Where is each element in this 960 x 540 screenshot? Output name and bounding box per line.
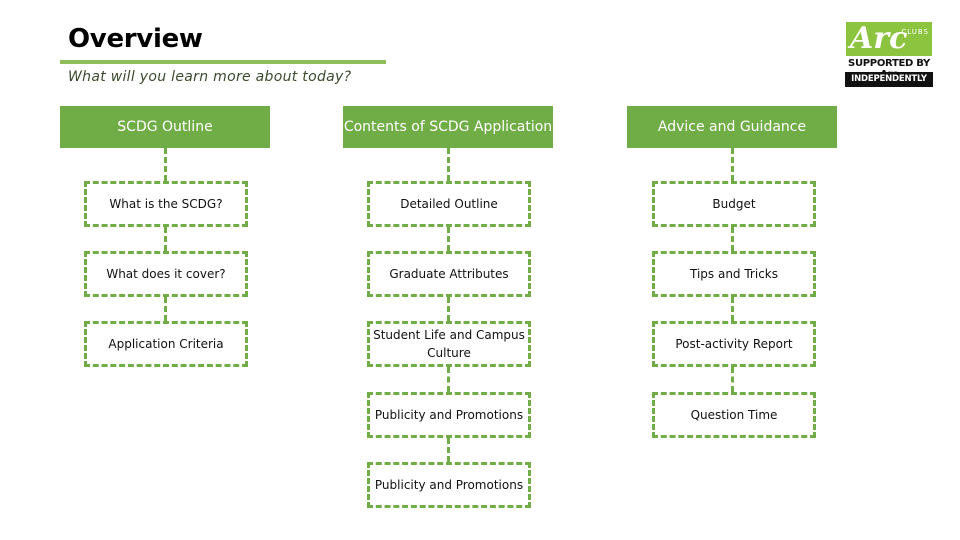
connector — [447, 438, 450, 462]
connector — [447, 148, 450, 181]
page-subtitle: What will you learn more about today? — [68, 69, 352, 85]
connector — [731, 148, 734, 181]
outline-item: What does it cover? — [84, 251, 248, 297]
outline-item: Application Criteria — [84, 321, 248, 367]
contents-item: Student Life and Campus Culture — [367, 321, 531, 367]
contents-item: Graduate Attributes — [367, 251, 531, 297]
column-header-advice: Advice and Guidance — [627, 106, 837, 148]
advice-item: Question Time — [652, 392, 816, 438]
advice-item: Tips and Tricks — [652, 251, 816, 297]
arc-clubs-logo: Arc CLUBS SUPPORTED BY Arc INDEPENDENTLY… — [844, 22, 934, 99]
contents-item: Publicity and Promotions — [367, 392, 531, 438]
connector — [731, 227, 734, 251]
logo-independently-run: INDEPENDENTLY RUN — [845, 72, 933, 99]
contents-item: Publicity and Promotions — [367, 462, 531, 508]
connector — [447, 297, 450, 321]
connector — [447, 227, 450, 251]
column-header-contents: Contents of SCDG Application — [343, 106, 553, 148]
outline-item: What is the SCDG? — [84, 181, 248, 227]
connector — [164, 148, 167, 181]
connector — [164, 227, 167, 251]
title-underline — [60, 60, 386, 64]
logo-clubs: CLUBS — [901, 28, 929, 36]
connector — [731, 297, 734, 321]
logo-brand: Arc — [850, 21, 908, 56]
connector — [164, 297, 167, 321]
column-header-scdg-outline: SCDG Outline — [60, 106, 270, 148]
connector — [731, 367, 734, 392]
contents-item: Detailed Outline — [367, 181, 531, 227]
advice-item: Budget — [652, 181, 816, 227]
logo-green-block: Arc CLUBS — [846, 22, 932, 56]
advice-item: Post-activity Report — [652, 321, 816, 367]
connector — [447, 367, 450, 392]
page-title: Overview — [68, 24, 203, 54]
